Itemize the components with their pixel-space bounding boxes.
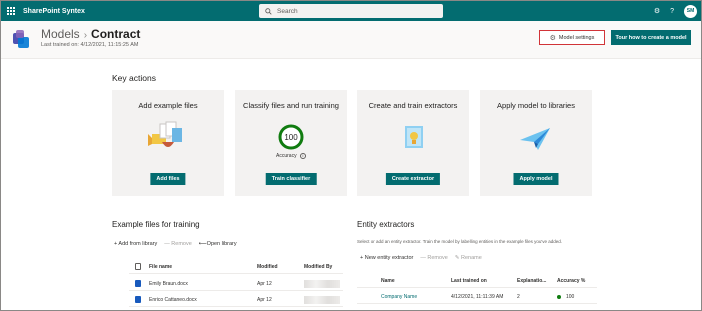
entity-extractors-table: Name Last trained on Explanatio... Accur… bbox=[357, 273, 597, 307]
column-header-file-name[interactable]: File name bbox=[149, 259, 172, 274]
table-row[interactable]: Emily Braun.docx Apr 12 bbox=[129, 276, 343, 291]
rename-extractor-button[interactable]: ✎ Rename bbox=[455, 255, 482, 261]
status-dot-icon bbox=[557, 294, 561, 299]
suite-header: SharePoint Syntex Search ⚙ ? SM bbox=[1, 1, 701, 21]
key-actions-heading: Key actions bbox=[112, 73, 156, 83]
app-window: SharePoint Syntex Search ⚙ ? SM Models ›… bbox=[0, 0, 702, 311]
word-doc-icon bbox=[135, 276, 141, 291]
last-trained-cell: 4/12/2021, 11:11:39 AM bbox=[451, 293, 504, 300]
avatar[interactable]: SM bbox=[684, 4, 697, 18]
entity-extractors-commandbar: + New entity extractor — Remove ✎ Rename bbox=[360, 255, 482, 261]
add-from-library-button[interactable]: + Add from library bbox=[114, 241, 157, 247]
card-apply-model: Apply model to libraries Apply model bbox=[480, 90, 592, 196]
page-header: Models › Contract Last trained on: 4/12/… bbox=[1, 21, 701, 59]
page-title: Contract bbox=[91, 27, 141, 41]
help-icon[interactable]: ? bbox=[670, 8, 674, 15]
accuracy-ring: 100 bbox=[278, 124, 304, 150]
chevron-right-icon: › bbox=[83, 30, 88, 41]
example-files-table: File name Modified Modified By Emily Bra… bbox=[129, 259, 343, 309]
app-name[interactable]: SharePoint Syntex bbox=[23, 8, 85, 15]
card-title: Classify files and run training bbox=[243, 101, 339, 110]
card-create-extractors: Create and train extractors Create extra… bbox=[357, 90, 469, 196]
create-extractor-button[interactable]: Create extractor bbox=[385, 173, 441, 185]
accuracy-caption: Accuracy i bbox=[235, 153, 347, 159]
search-input[interactable]: Search bbox=[277, 8, 298, 15]
train-classifier-button[interactable]: Train classifier bbox=[265, 173, 317, 185]
gear-icon: ⚙ bbox=[549, 34, 556, 42]
card-title: Create and train extractors bbox=[368, 101, 458, 110]
table-row[interactable]: Enrico Cattaneo.docx Apr 12 bbox=[129, 292, 343, 307]
add-files-button[interactable]: Add files bbox=[150, 173, 186, 185]
edit-icon: ✎ bbox=[454, 255, 460, 261]
column-header-accuracy[interactable]: Accuracy % bbox=[557, 273, 585, 288]
entity-extractors-heading: Entity extractors bbox=[357, 220, 415, 229]
card-title: Apply model to libraries bbox=[497, 101, 575, 110]
info-icon[interactable]: i bbox=[299, 153, 306, 159]
tour-button[interactable]: Tour how to create a model bbox=[611, 30, 691, 45]
new-entity-extractor-button[interactable]: + New entity extractor bbox=[360, 255, 413, 261]
breadcrumb: Models › Contract bbox=[41, 27, 140, 41]
app-launcher-icon[interactable] bbox=[1, 1, 21, 21]
remove-file-button[interactable]: — Remove bbox=[164, 241, 192, 247]
column-header-explanations[interactable]: Explanatio... bbox=[517, 273, 546, 288]
extractor-name-link[interactable]: Company Name bbox=[381, 289, 417, 304]
accuracy-value: 100 bbox=[284, 133, 298, 142]
card-add-example-files: Add example files Add files bbox=[112, 90, 224, 196]
search-icon bbox=[265, 7, 272, 15]
table-header-row: File name Modified Modified By bbox=[129, 259, 343, 274]
explanations-cell: 2 bbox=[517, 293, 520, 300]
last-trained-text: Last trained on: 4/12/2021, 11:15:25 AM bbox=[41, 42, 139, 48]
example-files-heading: Example files for training bbox=[112, 220, 200, 229]
column-header-name[interactable]: Name bbox=[381, 273, 395, 288]
gear-icon[interactable]: ⚙ bbox=[654, 7, 660, 15]
column-header-modified-by[interactable]: Modified By bbox=[304, 259, 332, 274]
card-title: Add example files bbox=[138, 101, 198, 110]
syntex-logo-icon bbox=[13, 30, 29, 48]
table-row[interactable]: Company Name 4/12/2021, 11:11:39 AM 2 10… bbox=[357, 289, 597, 304]
word-doc-icon bbox=[135, 292, 141, 307]
table-header-row: Name Last trained on Explanatio... Accur… bbox=[357, 273, 597, 288]
modified-cell: Apr 12 bbox=[257, 296, 272, 303]
column-header-last-trained[interactable]: Last trained on bbox=[451, 273, 487, 288]
modified-by-cell bbox=[304, 276, 340, 291]
file-name-cell[interactable]: Enrico Cattaneo.docx bbox=[149, 292, 197, 307]
breadcrumb-models[interactable]: Models bbox=[41, 27, 80, 41]
card-classify-files: Classify files and run training 100 Accu… bbox=[235, 90, 347, 196]
model-settings-label: Model settings bbox=[558, 34, 595, 41]
search-box[interactable]: Search bbox=[259, 4, 443, 18]
accuracy-label: Accuracy bbox=[276, 153, 297, 159]
open-library-button[interactable]: ⟵Open library bbox=[199, 241, 237, 247]
accuracy-cell: 100 bbox=[557, 289, 574, 304]
paper-plane-icon bbox=[520, 128, 550, 150]
column-header-modified[interactable]: Modified bbox=[257, 259, 278, 274]
rename-label: Rename bbox=[461, 255, 482, 261]
file-type-icon bbox=[135, 259, 141, 274]
modified-cell: Apr 12 bbox=[257, 280, 272, 287]
modified-by-cell bbox=[304, 292, 340, 307]
apply-model-button[interactable]: Apply model bbox=[513, 173, 559, 185]
remove-extractor-button[interactable]: — Remove bbox=[420, 255, 448, 261]
extractor-illustration-icon bbox=[405, 126, 423, 148]
file-name-cell[interactable]: Emily Braun.docx bbox=[149, 276, 188, 291]
model-settings-button[interactable]: ⚙ Model settings bbox=[539, 30, 605, 45]
example-files-commandbar: + Add from library — Remove ⟵Open librar… bbox=[114, 241, 237, 247]
files-illustration-icon bbox=[148, 121, 182, 147]
accuracy-value: 100 bbox=[566, 293, 575, 300]
entity-extractors-subtitle: Select or add an entity extractor. Train… bbox=[357, 239, 562, 244]
